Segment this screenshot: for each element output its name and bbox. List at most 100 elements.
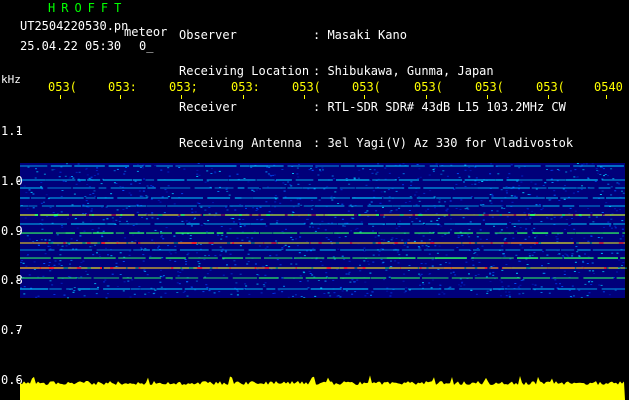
noise-speck: [517, 220, 520, 222]
noise-speck: [152, 293, 155, 295]
signal-line-segment: [157, 179, 185, 181]
noise-speck: [622, 262, 625, 264]
noise-speck: [124, 170, 127, 172]
noise-speck: [200, 206, 203, 208]
noise-speck: [553, 190, 556, 192]
noise-speck: [173, 203, 176, 205]
signal-line-segment: [50, 165, 72, 167]
noise-speck: [519, 260, 522, 262]
noise-speck: [138, 286, 141, 288]
noise-speck: [531, 254, 534, 256]
noise-speck: [49, 248, 52, 250]
noise-speck: [460, 199, 463, 201]
noise-speck: [319, 169, 321, 171]
noise-speck: [215, 212, 218, 214]
noise-speck: [476, 254, 479, 256]
noise-speck: [131, 279, 134, 281]
noise-speck: [508, 294, 511, 296]
noise-speck: [327, 238, 330, 240]
noise-speck: [363, 260, 366, 262]
noise-speck: [309, 273, 312, 274]
signal-line-segment: [607, 267, 625, 269]
signal-line-segment: [117, 197, 148, 199]
noise-speck: [383, 279, 385, 281]
signal-line-segment: [105, 242, 117, 244]
noise-speck: [526, 208, 529, 210]
noise-speck: [522, 292, 525, 294]
noise-speck: [334, 216, 337, 218]
noise-speck: [22, 262, 25, 264]
noise-speck: [161, 276, 164, 278]
signal-line-segment: [360, 214, 376, 216]
noise-speck: [519, 284, 522, 286]
noise-speck: [383, 191, 386, 193]
noise-speck: [86, 174, 89, 176]
noise-speck: [450, 229, 452, 231]
noise-speck: [225, 206, 227, 208]
noise-speck: [107, 240, 110, 242]
noise-speck: [279, 264, 282, 266]
noise-speck: [83, 230, 86, 232]
noise-speck: [569, 207, 572, 209]
noise-speck: [61, 190, 64, 191]
noise-speck: [401, 239, 404, 241]
noise-speck: [565, 171, 568, 173]
noise-speck: [97, 286, 99, 288]
noise-speck: [299, 275, 302, 277]
noise-speck: [517, 286, 520, 288]
noise-speck: [462, 217, 465, 219]
noise-speck: [285, 228, 287, 230]
noise-speck: [43, 263, 46, 264]
noise-speck: [409, 196, 412, 198]
noise-speck: [482, 204, 485, 206]
signal-line-segment: [138, 214, 158, 216]
frequency-tick-mark: [17, 231, 20, 232]
noise-speck: [239, 273, 242, 275]
noise-speck: [44, 253, 47, 255]
signal-line-segment: [276, 242, 310, 244]
noise-speck: [354, 228, 357, 230]
noise-speck: [311, 169, 314, 171]
signal-line-segment: [165, 257, 186, 259]
noise-speck: [139, 167, 142, 168]
noise-speck: [449, 200, 452, 202]
noise-speck: [383, 239, 386, 241]
noise-speck: [509, 222, 511, 224]
signal-line-segment: [47, 242, 64, 244]
signal-line-segment: [159, 232, 172, 234]
noise-speck: [59, 171, 62, 173]
noise-speck: [460, 235, 463, 237]
noise-speck: [40, 239, 43, 241]
noise-speck: [241, 239, 244, 241]
signal-line-segment: [502, 267, 512, 269]
noise-speck: [132, 234, 135, 236]
noise-speck: [103, 281, 106, 283]
noise-speck: [437, 217, 440, 219]
noise-speck: [342, 225, 345, 227]
noise-speck: [23, 286, 26, 288]
noise-speck: [578, 289, 581, 291]
signal-line-segment: [379, 214, 400, 216]
noise-speck: [196, 176, 199, 177]
noise-speck: [319, 170, 322, 172]
noise-speck: [160, 169, 163, 171]
noise-speck: [508, 291, 511, 293]
signal-line-segment: [577, 249, 591, 251]
noise-speck: [25, 265, 28, 267]
signal-line-segment: [596, 165, 624, 167]
signal-line-segment: [473, 249, 481, 251]
noise-speck: [317, 174, 320, 176]
noise-speck: [398, 225, 401, 227]
noise-speck: [489, 273, 492, 275]
signal-line-segment: [264, 242, 272, 244]
noise-speck: [582, 261, 585, 263]
noise-speck: [222, 274, 225, 276]
signal-line-segment: [623, 242, 625, 244]
noise-speck: [425, 245, 428, 247]
signal-line-segment: [234, 197, 242, 199]
signal-line-segment: [589, 223, 612, 225]
signal-line-segment: [90, 288, 99, 290]
noise-speck: [432, 170, 435, 172]
signal-line-segment: [587, 187, 595, 189]
noise-speck: [306, 250, 308, 252]
